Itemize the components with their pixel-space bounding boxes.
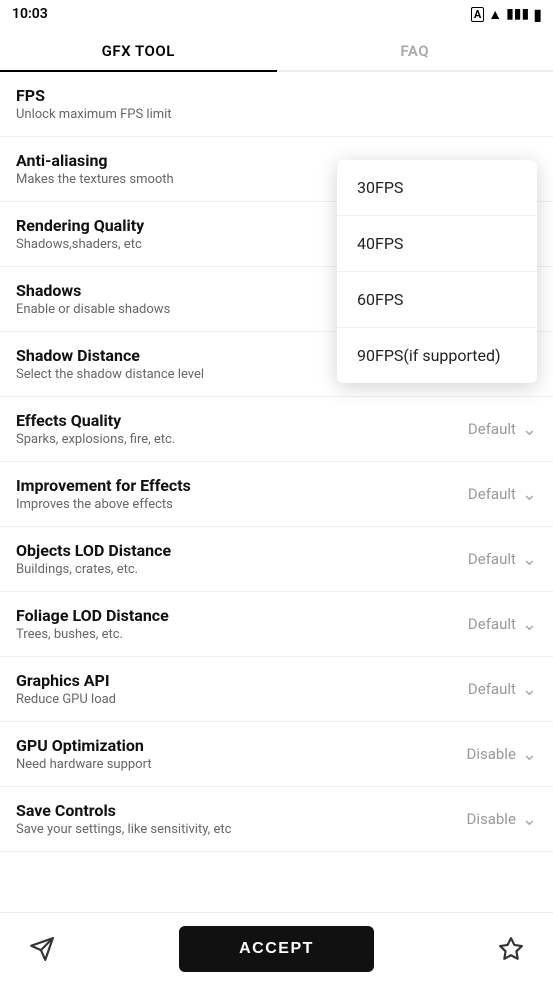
- setting-improvement-effects[interactable]: Improvement for Effects Improves the abo…: [0, 462, 553, 527]
- setting-effects-quality-label: Effects Quality Sparks, explosions, fire…: [16, 411, 427, 447]
- chevron-down-icon: ⌄: [522, 614, 537, 635]
- setting-improvement-effects-desc: Improves the above effects: [16, 497, 427, 512]
- setting-gpu-optimization-label: GPU Optimization Need hardware support: [16, 736, 427, 772]
- chevron-down-icon: ⌄: [522, 744, 537, 765]
- chevron-down-icon: ⌄: [522, 809, 537, 830]
- setting-graphics-api-control[interactable]: Default ⌄: [427, 679, 537, 700]
- setting-graphics-api[interactable]: Graphics API Reduce GPU load Default ⌄: [0, 657, 553, 722]
- fps-dropdown-popup: 30FPS 40FPS 60FPS 90FPS(if supported): [337, 160, 537, 383]
- setting-fps-desc: Unlock maximum FPS limit: [16, 107, 537, 122]
- setting-save-controls-desc: Save your settings, like sensitivity, et…: [16, 822, 427, 837]
- setting-save-controls-control[interactable]: Disable ⌄: [427, 809, 537, 830]
- tab-faq[interactable]: FAQ: [277, 28, 553, 70]
- share-button[interactable]: [20, 927, 64, 971]
- setting-graphics-api-label: Graphics API Reduce GPU load: [16, 671, 427, 707]
- setting-objects-lod-label: Objects LOD Distance Buildings, crates, …: [16, 541, 427, 577]
- status-icons: A ▲ ▮▮▮ ▮: [471, 5, 541, 24]
- setting-foliage-lod-label: Foliage LOD Distance Trees, bushes, etc.: [16, 606, 427, 642]
- fps-option-60[interactable]: 60FPS: [337, 272, 537, 328]
- status-bar: 10:03 A ▲ ▮▮▮ ▮: [0, 0, 553, 28]
- setting-effects-quality[interactable]: Effects Quality Sparks, explosions, fire…: [0, 397, 553, 462]
- setting-objects-lod-control[interactable]: Default ⌄: [427, 549, 537, 570]
- setting-save-controls-title: Save Controls: [16, 801, 427, 820]
- fps-option-40[interactable]: 40FPS: [337, 216, 537, 272]
- setting-objects-lod-title: Objects LOD Distance: [16, 541, 427, 560]
- foliage-lod-value: Default: [468, 615, 516, 633]
- setting-foliage-lod-title: Foliage LOD Distance: [16, 606, 427, 625]
- wifi-icon: ▲: [488, 6, 502, 23]
- save-controls-value: Disable: [466, 810, 515, 828]
- setting-effects-quality-title: Effects Quality: [16, 411, 427, 430]
- setting-gpu-optimization-control[interactable]: Disable ⌄: [427, 744, 537, 765]
- setting-effects-quality-control[interactable]: Default ⌄: [427, 419, 537, 440]
- setting-gpu-optimization-title: GPU Optimization: [16, 736, 427, 755]
- fps-option-30[interactable]: 30FPS: [337, 160, 537, 216]
- objects-lod-value: Default: [468, 550, 516, 568]
- setting-foliage-lod-control[interactable]: Default ⌄: [427, 614, 537, 635]
- gpu-optimization-value: Disable: [466, 745, 515, 763]
- battery-icon: ▮: [533, 5, 541, 24]
- setting-improvement-effects-title: Improvement for Effects: [16, 476, 427, 495]
- setting-improvement-effects-control[interactable]: Default ⌄: [427, 484, 537, 505]
- graphics-api-value: Default: [468, 680, 516, 698]
- status-time: 10:03: [12, 6, 48, 22]
- chevron-down-icon: ⌄: [522, 419, 537, 440]
- fps-option-90[interactable]: 90FPS(if supported): [337, 328, 537, 383]
- setting-foliage-lod[interactable]: Foliage LOD Distance Trees, bushes, etc.…: [0, 592, 553, 657]
- setting-objects-lod[interactable]: Objects LOD Distance Buildings, crates, …: [0, 527, 553, 592]
- setting-fps: FPS Unlock maximum FPS limit 30FPS 40FPS…: [0, 72, 553, 137]
- favorite-button[interactable]: [489, 927, 533, 971]
- setting-gpu-optimization-desc: Need hardware support: [16, 757, 427, 772]
- setting-graphics-api-title: Graphics API: [16, 671, 427, 690]
- setting-save-controls-label: Save Controls Save your settings, like s…: [16, 801, 427, 837]
- setting-objects-lod-desc: Buildings, crates, etc.: [16, 562, 427, 577]
- tab-gfx-tool[interactable]: GFX TOOL: [0, 28, 277, 70]
- accept-button[interactable]: ACCEPT: [179, 926, 374, 972]
- effects-quality-value: Default: [468, 420, 516, 438]
- settings-list: FPS Unlock maximum FPS limit 30FPS 40FPS…: [0, 72, 553, 904]
- setting-foliage-lod-desc: Trees, bushes, etc.: [16, 627, 427, 642]
- setting-fps-title: FPS: [16, 86, 537, 105]
- setting-improvement-effects-label: Improvement for Effects Improves the abo…: [16, 476, 427, 512]
- chevron-down-icon: ⌄: [522, 549, 537, 570]
- setting-save-controls[interactable]: Save Controls Save your settings, like s…: [0, 787, 553, 852]
- setting-gpu-optimization[interactable]: GPU Optimization Need hardware support D…: [0, 722, 553, 787]
- setting-fps-label: FPS Unlock maximum FPS limit: [16, 86, 537, 122]
- chevron-down-icon: ⌄: [522, 679, 537, 700]
- chevron-down-icon: ⌄: [522, 484, 537, 505]
- tab-bar: GFX TOOL FAQ: [0, 28, 553, 72]
- network-icon: A: [471, 7, 484, 22]
- setting-effects-quality-desc: Sparks, explosions, fire, etc.: [16, 432, 427, 447]
- bottom-bar: ACCEPT: [0, 912, 553, 984]
- setting-graphics-api-desc: Reduce GPU load: [16, 692, 427, 707]
- signal-icon: ▮▮▮: [506, 6, 529, 22]
- improvement-effects-value: Default: [468, 485, 516, 503]
